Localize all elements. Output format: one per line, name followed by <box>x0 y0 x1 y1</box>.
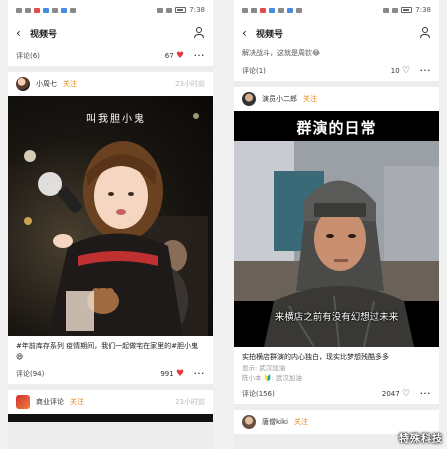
follow-button[interactable]: 关注 <box>294 417 308 427</box>
heart-filled-icon: ♥ <box>175 369 185 379</box>
like-count-value: 10 <box>390 66 400 75</box>
notification-icon <box>70 7 76 13</box>
video-frame <box>24 113 208 336</box>
notification-icon <box>16 7 22 13</box>
watermark-text: 特殊科技 <box>399 434 443 445</box>
video-overlay-text: 叫我胆小鬼 <box>86 114 146 125</box>
nfc-icon <box>383 7 390 13</box>
post-mention[interactable]: 陈小本 🔰: 武汉加油 <box>234 374 439 384</box>
like-count[interactable]: 67 ♥ <box>165 51 184 61</box>
video-player[interactable]: 叫我胆小鬼 <box>8 96 213 336</box>
status-time: 7:38 <box>189 6 205 14</box>
notification-icon <box>287 7 293 13</box>
post-caption: #年前库存系列 疫情期间，我们一起做宅在家里的#胆小鬼😄 <box>16 342 198 361</box>
comments-link[interactable]: 评论(156) <box>242 389 275 399</box>
next-video-preview[interactable] <box>8 414 213 422</box>
status-icons-right: 7:38 <box>157 6 205 14</box>
comments-link[interactable]: 评论(1) <box>242 66 266 76</box>
profile-icon[interactable] <box>419 27 430 39</box>
notification-icon <box>61 7 67 13</box>
follow-button[interactable]: 关注 <box>303 94 317 104</box>
follow-button[interactable]: 关注 <box>70 397 84 407</box>
nav-bar: ‹ 视频号 <box>8 20 213 46</box>
notification-icon <box>25 7 31 13</box>
wifi-icon <box>166 7 173 13</box>
nfc-icon <box>157 7 164 13</box>
post-card: 小周七 关注 23小时前 叫我胆小鬼 #年前库存系列 疫情期间，我们一起做宅在家… <box>8 72 213 384</box>
heart-outline-icon: ♡ <box>401 65 411 76</box>
avatar[interactable] <box>242 414 256 429</box>
like-count[interactable]: 991 ♥ <box>160 369 184 379</box>
status-time: 7:38 <box>415 6 431 14</box>
post-caption: 解决战斗，这就是周钦😂 <box>242 49 321 57</box>
post-action-bar: 评论(94) 991 ♥ ··· <box>8 364 213 384</box>
like-count[interactable]: 2047 ♡ <box>382 389 410 399</box>
notification-icon <box>34 7 40 13</box>
status-icons-left <box>242 7 302 13</box>
notification-icon <box>242 7 248 13</box>
notification-icon <box>296 7 302 13</box>
avatar[interactable] <box>16 77 30 91</box>
post-location[interactable]: 显示: 武汉加油 <box>234 364 439 374</box>
battery-icon <box>175 7 187 13</box>
battery-icon <box>401 7 413 13</box>
status-icons-right: 7:38 <box>383 6 431 14</box>
author-name[interactable]: 演员小二郎 <box>262 94 297 104</box>
heart-outline-icon: ♡ <box>401 388 411 399</box>
page-title: 视频号 <box>30 29 58 40</box>
notification-icon <box>278 7 284 13</box>
like-count-value: 2047 <box>381 389 400 398</box>
avatar[interactable] <box>242 91 256 106</box>
nav-bar: ‹ 视频号 <box>234 20 439 46</box>
post-action-bar: 评论(156) 2047 ♡ ··· <box>234 384 439 404</box>
more-options-icon[interactable]: ··· <box>194 370 205 378</box>
previous-post-footer: 评论(6) 67 ♥ ··· <box>8 46 213 66</box>
post-time: 23小时前 <box>175 398 205 406</box>
video-title-overlay: 群演的日常 <box>296 118 377 137</box>
follow-button[interactable]: 关注 <box>63 79 77 89</box>
post-caption: 实拍横店群演的内心独白，现实比梦想残酷多多 <box>242 352 389 361</box>
post-card: 演员小二郎 关注 群演的日常 来横店之前有没有幻想过未来 实拍横店群演的内心独白… <box>234 86 439 404</box>
like-count-value: 67 <box>164 52 174 60</box>
right-phone-screen: 7:38 ‹ 视频号 解决战斗，这就是周钦😂 评论(1) 10 ♡ ··· 演员… <box>234 0 439 449</box>
avatar[interactable] <box>16 395 30 409</box>
status-icons-left <box>16 7 76 13</box>
post-author-row: 商业评论 关注 23小时前 <box>8 390 213 414</box>
notification-icon <box>269 7 275 13</box>
wifi-icon <box>392 7 399 13</box>
notification-icon <box>260 7 266 13</box>
author-name[interactable]: 唐僧kiki <box>262 417 288 427</box>
author-name[interactable]: 小周七 <box>36 79 57 89</box>
comments-link[interactable]: 评论(6) <box>16 51 40 61</box>
left-phone-screen: 7:38 ‹ 视频号 评论(6) 67 ♥ ··· 小周七 关注 23小时前 叫… <box>8 0 213 449</box>
video-subtitle-overlay: 来横店之前有没有幻想过未来 <box>274 311 399 323</box>
previous-post-footer: 解决战斗，这就是周钦😂 评论(1) 10 ♡ ··· <box>234 46 439 81</box>
video-player[interactable]: 群演的日常 来横店之前有没有幻想过未来 <box>234 110 439 347</box>
status-bar: 7:38 <box>234 0 439 20</box>
notification-icon <box>52 7 58 13</box>
more-options-icon[interactable]: ··· <box>420 67 431 75</box>
post-author-row: 演员小二郎 关注 <box>234 87 439 111</box>
comments-link[interactable]: 评论(94) <box>16 369 44 379</box>
next-post-card: 商业评论 关注 23小时前 <box>8 390 213 422</box>
post-time: 23小时前 <box>175 80 205 88</box>
back-arrow-icon[interactable]: ‹ <box>242 26 256 40</box>
notification-icon <box>251 7 257 13</box>
back-arrow-icon[interactable]: ‹ <box>16 26 30 40</box>
like-count[interactable]: 10 ♡ <box>391 66 410 76</box>
more-options-icon[interactable]: ··· <box>420 390 431 398</box>
more-options-icon[interactable]: ··· <box>194 52 205 60</box>
status-bar: 7:38 <box>8 0 213 20</box>
page-title: 视频号 <box>256 29 284 40</box>
profile-icon[interactable] <box>193 27 204 39</box>
like-count-value: 991 <box>160 370 174 378</box>
author-name[interactable]: 商业评论 <box>36 397 64 407</box>
heart-filled-icon: ♥ <box>175 51 185 61</box>
post-author-row: 小周七 关注 23小时前 <box>8 72 213 96</box>
notification-icon <box>43 7 49 13</box>
